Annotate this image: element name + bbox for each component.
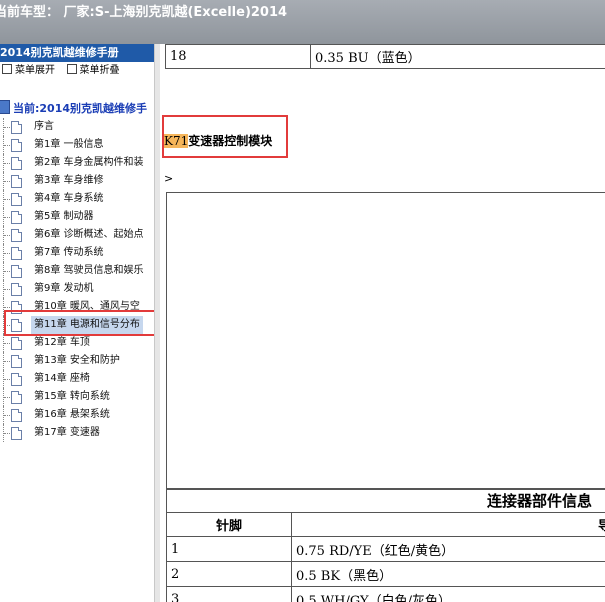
highlight-module-heading <box>162 115 288 158</box>
document-icon <box>11 373 22 386</box>
highlight-selected-chapter <box>4 310 163 336</box>
connector-info-title: 连接器部件信息 <box>166 488 605 513</box>
document-icon <box>11 121 22 134</box>
table-row: 18 0.35 BU（蓝色） <box>165 44 605 69</box>
tree-item-chapter-5[interactable]: 第5章 制动器 <box>0 208 154 226</box>
tree-item-preface[interactable]: 序言 <box>0 118 154 136</box>
tree-item-label: 第7章 传动系统 <box>34 247 104 258</box>
tree-item-chapter-16[interactable]: 第16章 悬架系统 <box>0 406 154 424</box>
document-icon <box>11 409 22 422</box>
document-icon <box>11 157 22 170</box>
collapse-icon[interactable] <box>66 64 77 74</box>
tree-item-label: 第15章 转向系统 <box>34 391 110 402</box>
table-header-row: 针脚 导 <box>166 512 605 537</box>
document-icon <box>11 193 22 206</box>
document-icon <box>11 247 22 260</box>
tree-item-chapter-8[interactable]: 第8章 驾驶员信息和娱乐 <box>0 262 154 280</box>
table-row: 1 0.75 RD/YE（红色/黄色） <box>166 536 605 562</box>
connector-info-title-text: 连接器部件信息 <box>487 492 593 510</box>
document-icon <box>11 175 22 188</box>
tree-item-label: 第12章 车顶 <box>34 337 90 348</box>
table-row: 2 0.5 BK（黑色） <box>166 561 605 587</box>
tree-item-label: 第1章 一般信息 <box>34 139 104 150</box>
tree-item-chapter-17[interactable]: 第17章 变速器 <box>0 424 154 442</box>
tree-item-chapter-7[interactable]: 第7章 传动系统 <box>0 244 154 262</box>
tree-item-label: 第4章 车身系统 <box>34 193 104 204</box>
tree-item-label: 第17章 变速器 <box>34 427 100 438</box>
document-icon <box>11 355 22 368</box>
tree-item-label: 序言 <box>34 121 54 132</box>
document-icon <box>11 229 22 242</box>
arrow-text: > <box>164 172 174 185</box>
wire-cell: 0.5 BK（黑色） <box>291 561 605 587</box>
document-icon <box>11 427 22 440</box>
document-icon <box>11 211 22 224</box>
tree-item-label: 第16章 悬架系统 <box>34 409 110 420</box>
tree-root[interactable]: 当前:2014别克凯越维修手 <box>0 100 147 116</box>
tree-item-chapter-15[interactable]: 第15章 转向系统 <box>0 388 154 406</box>
tree-item-label: 第6章 诊断概述、起始点 <box>34 229 144 240</box>
document-icon <box>11 337 22 350</box>
tree-item-label: 第5章 制动器 <box>34 211 94 222</box>
document-icon <box>11 139 22 152</box>
tree-item-label: 第13章 安全和防护 <box>34 355 120 366</box>
book-icon <box>0 100 10 114</box>
expand-icon[interactable] <box>2 64 12 74</box>
connector-image-frame <box>166 192 605 490</box>
title-text: 当前车型： 厂家:S-上海别克凯越(Excelle)2014 <box>0 5 288 20</box>
document-icon <box>11 391 22 404</box>
sidebar-header: 2014别克凯越维修手册 <box>0 44 154 62</box>
collapse-menu-button[interactable]: 菜单折叠 <box>80 65 120 76</box>
document-icon <box>11 265 22 278</box>
document-icon <box>11 283 22 296</box>
tree-item-chapter-1[interactable]: 第1章 一般信息 <box>0 136 154 154</box>
tree-item-label: 第3章 车身维修 <box>34 175 104 186</box>
tree-item-chapter-2[interactable]: 第2章 车身金属构件和装 <box>0 154 154 172</box>
tree-item-chapter-14[interactable]: 第14章 座椅 <box>0 370 154 388</box>
pin-cell: 1 <box>166 536 292 562</box>
column-header-pin: 针脚 <box>166 512 292 537</box>
column-header-wire: 导 <box>291 512 605 537</box>
table-title-row: 连接器部件信息 <box>166 488 605 513</box>
tree-item-chapter-9[interactable]: 第9章 发动机 <box>0 280 154 298</box>
pin-cell: 18 <box>165 44 311 69</box>
title-bar: 当前车型： 厂家:S-上海别克凯越(Excelle)2014 <box>0 0 605 44</box>
pin-cell: 3 <box>166 586 292 602</box>
connector-info-table: 连接器部件信息 针脚 导 1 0.75 RD/YE（红色/黄色） 2 0.5 B… <box>166 488 605 602</box>
tree-item-chapter-4[interactable]: 第4章 车身系统 <box>0 190 154 208</box>
tree-item-label: 第2章 车身金属构件和装 <box>34 157 144 168</box>
tree-item-chapter-13[interactable]: 第13章 安全和防护 <box>0 352 154 370</box>
wire-cell: 0.35 BU（蓝色） <box>310 44 605 69</box>
wire-cell: 0.5 WH/GY（白色/灰色） <box>291 586 605 602</box>
top-connector-table: 18 0.35 BU（蓝色） <box>165 44 605 69</box>
tree-item-label: 第8章 驾驶员信息和娱乐 <box>34 265 144 276</box>
tree-item-chapter-3[interactable]: 第3章 车身维修 <box>0 172 154 190</box>
sidebar-toolbar: 菜单展开 菜单折叠 <box>0 62 154 80</box>
expand-menu-button[interactable]: 菜单展开 <box>15 65 55 76</box>
tree-item-label: 第9章 发动机 <box>34 283 94 294</box>
chapter-tree: 序言 第1章 一般信息 第2章 车身金属构件和装 第3章 车身维修 第4章 车身… <box>0 118 154 442</box>
table-row: 3 0.5 WH/GY（白色/灰色） <box>166 586 605 602</box>
tree-item-chapter-12[interactable]: 第12章 车顶 <box>0 334 154 352</box>
tree-root-label: 当前:2014别克凯越维修手 <box>13 102 148 115</box>
tree-item-chapter-6[interactable]: 第6章 诊断概述、起始点 <box>0 226 154 244</box>
wire-cell: 0.75 RD/YE（红色/黄色） <box>291 536 605 562</box>
pin-cell: 2 <box>166 561 292 587</box>
tree-item-label: 第14章 座椅 <box>34 373 90 384</box>
